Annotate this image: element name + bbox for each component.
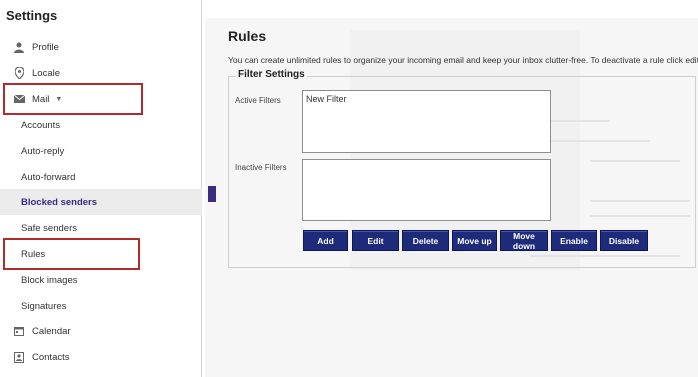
sidebar-item-locale[interactable]: Locale [0,60,202,86]
sidebar-item-rules[interactable]: Rules [0,241,202,267]
sidebar-item-label: Blocked senders [21,196,98,208]
sidebar-item-auto-reply[interactable]: Auto-reply [0,138,202,164]
location-pin-icon [12,66,26,80]
sidebar-item-contacts[interactable]: Contacts [0,344,202,370]
settings-sidebar: Settings Profile Locale Mail ▼ Accounts … [0,0,202,377]
enable-button[interactable]: Enable [551,230,597,251]
active-filters-label: Active Filters [235,96,281,105]
sidebar-title: Settings [6,8,58,23]
filter-settings-legend: Filter Settings [236,69,307,80]
sidebar-item-label: Auto-reply [21,145,65,157]
sidebar-item-signatures[interactable]: Signatures [0,293,202,319]
page-description: You can create unlimited rules to organi… [228,55,698,65]
move-up-button[interactable]: Move up [452,230,497,251]
active-filters-list[interactable]: New Filter [302,90,551,153]
sidebar-item-label: Auto-forward [21,171,76,183]
sidebar-item-calendar[interactable]: Calendar [0,318,202,344]
sidebar-item-label: Locale [32,67,60,79]
list-item[interactable]: New Filter [303,91,550,107]
sidebar-item-label: Block images [21,274,78,286]
page-title: Rules [228,28,267,44]
sidebar-item-block-images[interactable]: Block images [0,267,202,293]
inactive-filters-label: Inactive Filters [235,163,287,172]
sidebar-item-accounts[interactable]: Accounts [0,112,202,138]
sidebar-item-label: Signatures [21,300,67,312]
chevron-down-icon: ▼ [55,95,63,103]
sidebar-item-label: Safe senders [21,222,77,234]
sidebar-item-label: Rules [21,248,46,260]
sidebar-item-mail[interactable]: Mail ▼ [0,86,202,112]
sidebar-item-profile[interactable]: Profile [0,34,202,60]
delete-button[interactable]: Delete [402,230,449,251]
person-icon [12,40,26,54]
sidebar-item-auto-forward[interactable]: Auto-forward [0,164,202,190]
sidebar-item-label: Mail [32,93,50,105]
sidebar-item-label: Profile [32,41,59,53]
add-button[interactable]: Add [303,230,348,251]
calendar-icon [12,324,26,338]
sidebar-item-safe-senders[interactable]: Safe senders [0,215,202,241]
selection-marker [208,186,216,202]
sidebar-item-label: Contacts [32,351,70,363]
inactive-filters-list[interactable] [302,159,551,221]
edit-button[interactable]: Edit [352,230,399,251]
sidebar-item-label: Calendar [32,325,71,337]
move-down-button[interactable]: Move down [500,230,548,251]
contacts-icon [12,350,26,364]
mail-icon [12,92,26,106]
disable-button[interactable]: Disable [600,230,648,251]
sidebar-item-label: Accounts [21,119,61,131]
sidebar-item-blocked-senders[interactable]: Blocked senders [0,189,202,215]
